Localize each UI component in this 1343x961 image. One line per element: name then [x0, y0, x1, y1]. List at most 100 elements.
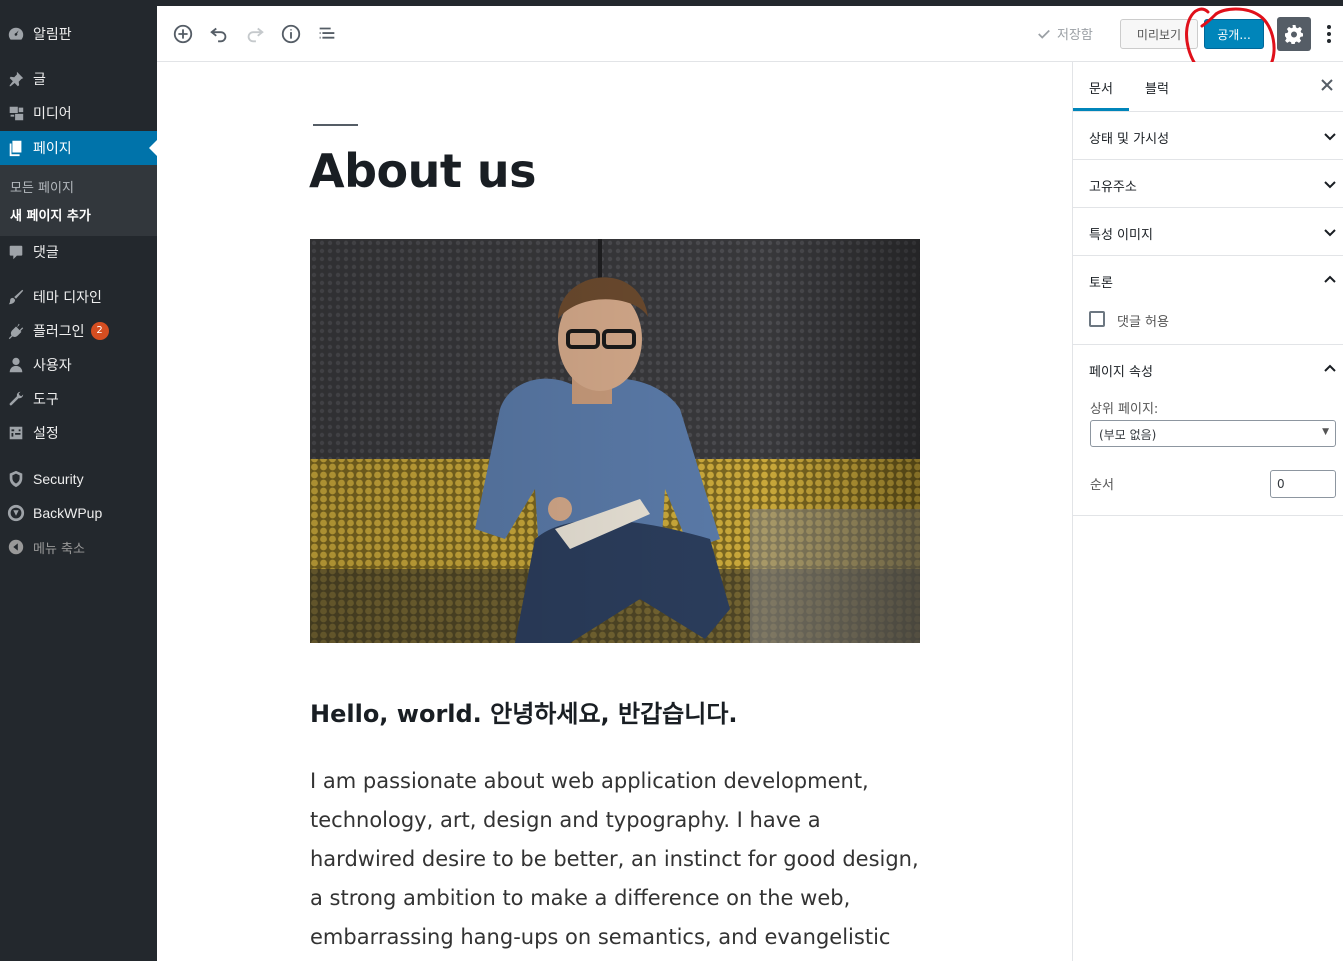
menu-posts-label: 글	[33, 72, 46, 88]
content-heading[interactable]: Hello, world. 안녕하세요, 반갑습니다.	[310, 694, 738, 729]
undo-button[interactable]	[207, 22, 231, 46]
sidebar-tabs: 문서 블럭	[1073, 62, 1343, 112]
dropdown-caret-icon: ▼	[1322, 427, 1329, 437]
chevron-up-icon	[1324, 275, 1336, 283]
order-label: 순서	[1090, 478, 1114, 493]
redo-icon	[247, 27, 264, 43]
menu-backwpup[interactable]: BackWPup	[0, 496, 157, 530]
chevron-down-icon	[1324, 181, 1336, 189]
chevron-down-icon	[1324, 133, 1336, 141]
media-icon	[6, 103, 26, 123]
panel-featured-title: 특성 이미지	[1089, 228, 1153, 243]
current-menu-arrow	[149, 140, 157, 156]
saved-label: 저장함	[1057, 28, 1093, 43]
menu-backwpup-label: BackWPup	[33, 505, 103, 521]
menu-pages[interactable]: 페이지	[0, 131, 157, 165]
tab-block[interactable]: 블럭	[1145, 78, 1169, 97]
person-writing-photo	[310, 239, 920, 643]
undo-icon	[210, 27, 227, 43]
admin-sidebar: 알림판 글 미디어 페이지 모든 페이지 새 페이지 추가 댓글 테마 디자인 …	[0, 0, 157, 961]
submenu-all-pages[interactable]: 모든 페이지	[10, 177, 74, 196]
menu-comments-label: 댓글	[33, 245, 59, 261]
dashboard-icon	[6, 24, 26, 44]
menu-appearance-label: 테마 디자인	[33, 290, 102, 306]
comment-icon	[6, 242, 26, 262]
menu-security[interactable]: Security	[0, 462, 157, 496]
pages-icon	[6, 138, 26, 158]
backwpup-icon	[6, 503, 26, 523]
panel-featured-image[interactable]: 특성 이미지	[1073, 208, 1343, 256]
more-tools-button[interactable]	[1319, 22, 1339, 46]
gear-icon	[1285, 25, 1303, 44]
menu-users-label: 사용자	[33, 358, 72, 374]
collapse-arrow-icon	[6, 537, 26, 557]
chevron-up-icon	[1324, 364, 1336, 372]
hero-image[interactable]	[310, 239, 920, 643]
list-outline-icon	[319, 27, 335, 39]
panel-permalink-title: 고유주소	[1089, 180, 1137, 195]
editor-canvas: About us Hello, world. 안녕하세요, 반갑습니다. I a…	[157, 62, 1072, 961]
menu-users[interactable]: 사용자	[0, 348, 157, 382]
allow-comments-label: 댓글 허용	[1117, 315, 1169, 330]
pages-submenu: 모든 페이지 새 페이지 추가	[0, 165, 157, 236]
parent-page-select[interactable]: (부모 없음) ▼	[1090, 420, 1336, 447]
saved-status: 저장함	[1037, 24, 1093, 43]
menu-comments[interactable]: 댓글	[0, 235, 157, 269]
menu-dashboard-label: 알림판	[33, 27, 72, 43]
panel-attributes-title: 페이지 속성	[1089, 365, 1153, 380]
checkmark-icon	[1038, 29, 1050, 39]
plugins-update-badge: 2	[90, 322, 109, 340]
publish-button[interactable]: 공개...	[1204, 19, 1264, 49]
allow-comments-checkbox[interactable]	[1089, 311, 1105, 327]
redo-button[interactable]	[243, 22, 267, 46]
menu-plugins[interactable]: 플러그인 2	[0, 314, 157, 348]
plus-circle-icon	[173, 24, 193, 44]
plugin-icon	[6, 321, 26, 341]
panel-status-visibility[interactable]: 상태 및 가시성	[1073, 112, 1343, 160]
user-icon	[6, 355, 26, 375]
parent-page-label: 상위 페이지:	[1090, 402, 1159, 417]
close-icon[interactable]	[1318, 76, 1336, 94]
tab-document[interactable]: 문서	[1089, 78, 1113, 97]
wrench-icon	[6, 389, 26, 409]
settings-sliders-icon	[6, 423, 26, 443]
parent-page-value: (부모 없음)	[1099, 428, 1157, 442]
menu-tools-label: 도구	[33, 392, 59, 408]
post-title[interactable]: About us	[309, 144, 537, 198]
more-dot-icon	[1327, 25, 1331, 29]
menu-pages-label: 페이지	[33, 141, 72, 157]
menu-appearance[interactable]: 테마 디자인	[0, 280, 157, 314]
paintbrush-icon	[6, 287, 26, 307]
order-input[interactable]: 0	[1270, 470, 1336, 498]
menu-media[interactable]: 미디어	[0, 96, 157, 130]
menu-settings[interactable]: 설정	[0, 416, 157, 450]
preview-button[interactable]: 미리보기	[1120, 19, 1198, 49]
menu-plugins-label: 플러그인	[33, 324, 85, 340]
settings-toggle-button[interactable]	[1277, 17, 1311, 51]
panel-discussion[interactable]: 토론	[1073, 256, 1343, 345]
menu-dashboard[interactable]: 알림판	[0, 17, 157, 51]
chevron-down-icon	[1324, 229, 1336, 237]
panel-discussion-title: 토론	[1089, 276, 1113, 291]
shield-icon	[6, 469, 26, 489]
menu-settings-label: 설정	[33, 426, 59, 442]
menu-collapse[interactable]: 메뉴 축소	[0, 530, 157, 564]
settings-sidebar: 문서 블럭 상태 및 가시성 고유주소 특성 이미지 토론 댓글 허용 페이지 …	[1072, 62, 1343, 961]
title-separator	[313, 124, 358, 126]
block-navigation-button[interactable]	[315, 22, 339, 46]
menu-security-label: Security	[33, 471, 84, 487]
editor-toolbar: 저장함 미리보기 공개...	[157, 6, 1343, 62]
pushpin-icon	[6, 69, 26, 89]
add-block-button[interactable]	[171, 22, 195, 46]
more-dot-icon	[1327, 39, 1331, 43]
panel-status-title: 상태 및 가시성	[1089, 132, 1170, 147]
menu-tools[interactable]: 도구	[0, 382, 157, 416]
more-dot-icon	[1327, 32, 1331, 36]
menu-posts[interactable]: 글	[0, 62, 157, 96]
content-info-button[interactable]	[279, 22, 303, 46]
panel-permalink[interactable]: 고유주소	[1073, 160, 1343, 208]
submenu-add-new-page[interactable]: 새 페이지 추가	[10, 205, 91, 224]
menu-collapse-label: 메뉴 축소	[33, 541, 85, 557]
menu-media-label: 미디어	[33, 106, 72, 122]
content-paragraph[interactable]: I am passionate about web application de…	[310, 762, 920, 961]
